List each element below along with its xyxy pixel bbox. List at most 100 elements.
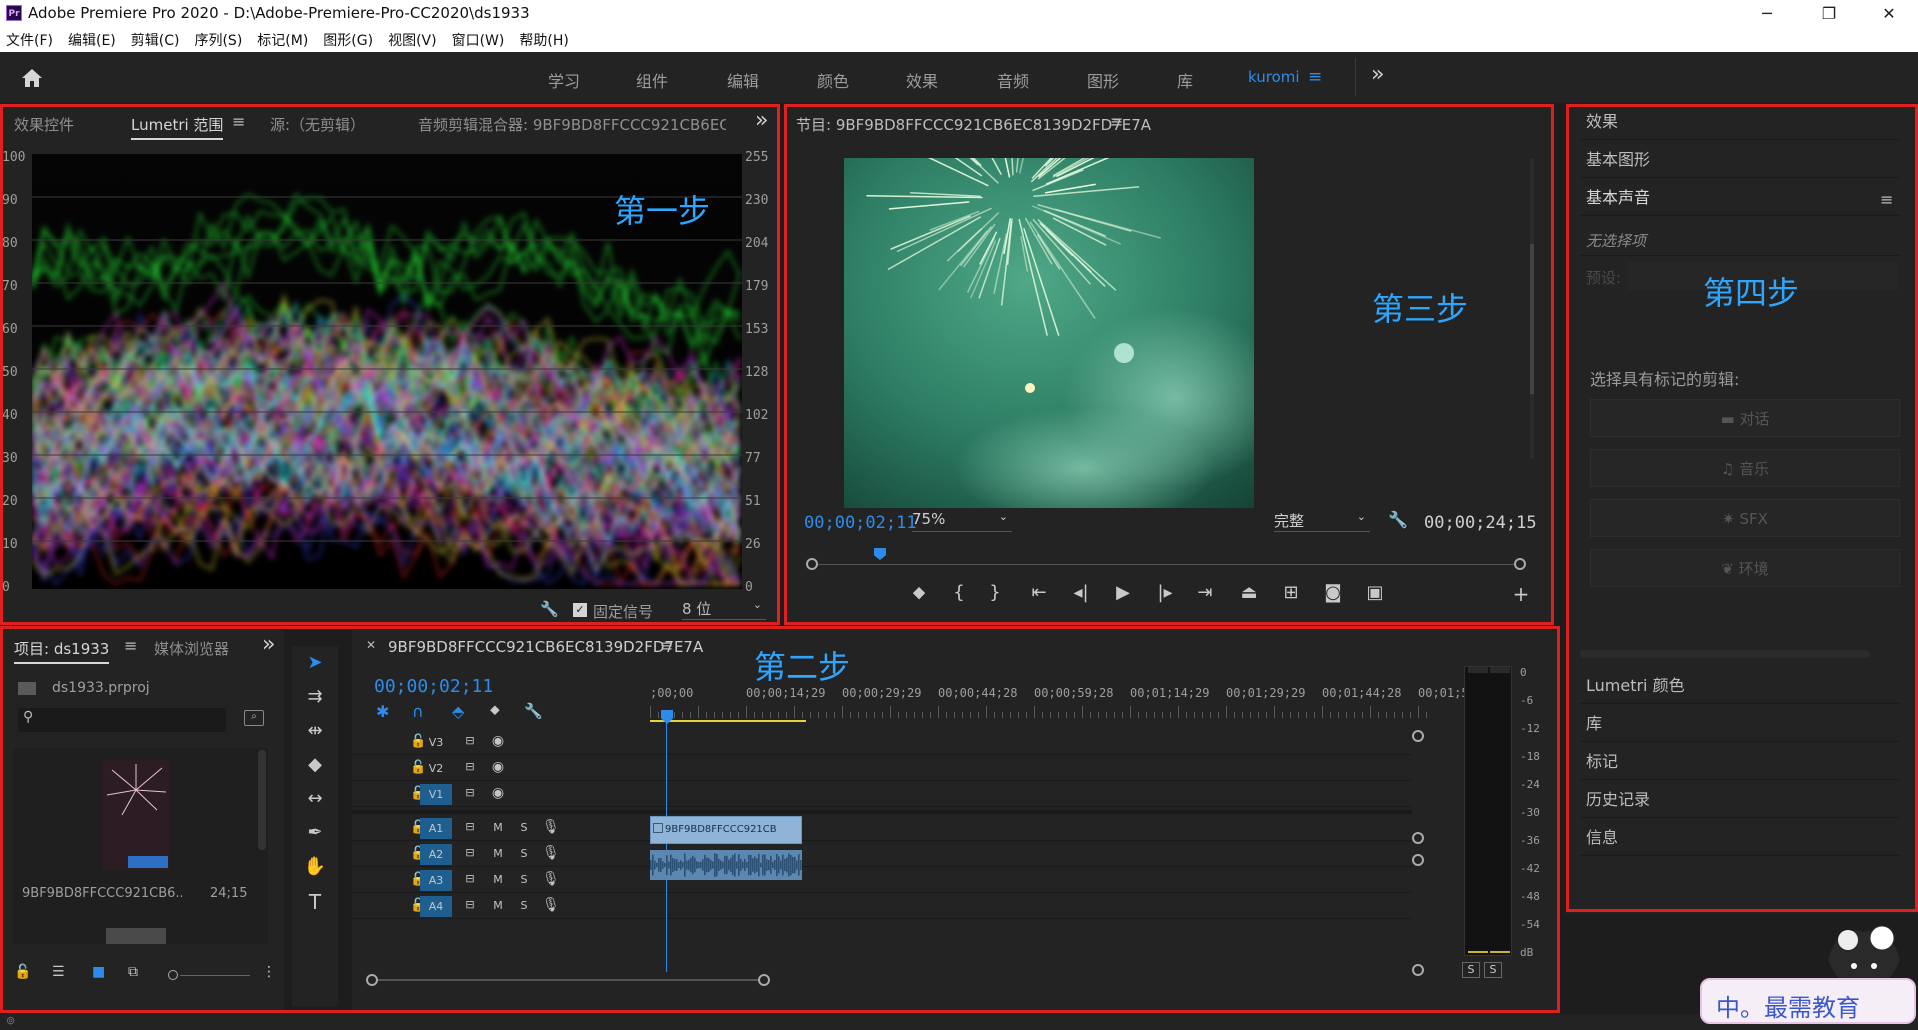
clip-name[interactable]: 9BF9BD8FFCCC921CB6... [22,886,182,901]
panel-overflow-icon[interactable]: » [262,632,275,657]
workspace-color[interactable]: 颜色 [817,68,849,92]
workspace-kuromi[interactable]: kuromi [1248,68,1300,86]
mute-button[interactable]: M [490,873,506,886]
workspace-menu-icon[interactable]: ≡ [1308,67,1322,87]
voiceover-mic-icon[interactable]: 🎙 [542,819,560,835]
settings-wrench-icon[interactable]: 🔧 [1388,510,1408,529]
project-search-input[interactable]: ⚲ [18,708,226,732]
menu-edit[interactable]: 编辑(E) [68,30,116,50]
linked-selection-icon[interactable]: ⬘ [452,702,464,721]
dialogue-button[interactable]: ▬ 对话 [1590,399,1900,437]
menu-window[interactable]: 窗口(W) [452,30,505,50]
monitor-scrollbar-thumb[interactable] [1530,244,1534,394]
tab-menu-icon[interactable]: ≡ [660,636,673,655]
monitor-scrollbar[interactable] [1530,159,1534,459]
step-forward-icon[interactable]: |▸ [1150,582,1180,603]
lift-icon[interactable]: ⏏ [1234,582,1264,603]
essential-graphics-tab[interactable]: 基本图形 [1580,142,1900,178]
mark-in-icon[interactable]: { [944,582,974,603]
timeline-current-time[interactable]: 00;00;02;11 [374,676,493,697]
step-back-icon[interactable]: ◂| [1066,582,1096,603]
workspace-overflow-button[interactable]: » [1371,62,1384,87]
clip-thumbnail[interactable] [102,760,170,870]
tab-menu-icon[interactable]: ≡ [124,636,137,655]
sfx-button[interactable]: ✷ SFX [1590,499,1900,537]
track-target-toggle[interactable]: A2 [420,844,452,865]
selection-tool-icon[interactable]: ➤ [298,652,332,673]
program-playhead[interactable] [873,548,886,560]
vscroll-handle[interactable] [1412,854,1424,866]
sync-lock-icon[interactable]: ⊟ [460,734,480,747]
play-icon[interactable]: ▶ [1108,582,1138,603]
vscroll-handle[interactable] [1412,964,1424,976]
track-select-tool-icon[interactable]: ⇉ [298,686,332,707]
history-tab[interactable]: 历史记录 [1580,782,1900,818]
track-target-toggle[interactable]: A3 [420,870,452,891]
audio-clip-waveform[interactable] [650,850,802,880]
pen-tool-icon[interactable]: ✒ [298,822,332,843]
sync-lock-icon[interactable]: ⊟ [460,760,480,773]
nest-toggle-icon[interactable]: ✱ [376,702,389,721]
essential-sound-tab[interactable]: 基本声音 [1580,180,1900,216]
track-target-toggle[interactable]: A1 [420,818,452,839]
solo-right-button[interactable]: S [1484,962,1502,978]
markers-tab[interactable]: 标记 [1580,744,1900,780]
bit-depth-select[interactable]: 8 位 ⌄ [682,598,766,620]
solo-button[interactable]: S [516,899,532,912]
add-marker-icon[interactable]: ⬥ [490,702,500,718]
tab-audio-clip-mixer[interactable]: 音频剪辑混合器: 9BF9BD8FFCCC921CB6EC813 [418,114,726,135]
sync-lock-icon[interactable]: ⊟ [460,846,480,859]
panel-overflow-icon[interactable]: » [755,108,768,133]
music-button[interactable]: ♫ 音乐 [1590,449,1900,487]
export-frame-camera-icon[interactable]: ◙ [1318,582,1348,603]
effects-panel-tab[interactable]: 效果 [1580,104,1900,140]
toggle-output-eye-icon[interactable]: ◉ [488,733,508,749]
icon-view-icon[interactable]: ■ [92,964,105,980]
menu-file[interactable]: 文件(F) [6,30,53,50]
workspace-audio[interactable]: 音频 [997,68,1029,92]
timeline-vertical-scrollbar[interactable] [1412,730,1424,980]
go-to-in-icon[interactable]: ⇤ [1024,582,1054,603]
home-icon[interactable] [20,67,44,89]
close-button[interactable]: ✕ [1866,0,1912,28]
second-clip-thumbnail[interactable] [106,928,166,944]
toggle-output-eye-icon[interactable]: ◉ [488,759,508,775]
zoom-slider-handle[interactable] [168,970,178,980]
solo-button[interactable]: S [516,821,532,834]
workspace-effects[interactable]: 效果 [906,68,938,92]
vscroll-handle[interactable] [1412,832,1424,844]
workspace-editing[interactable]: 编辑 [727,68,759,92]
solo-left-button[interactable]: S [1462,962,1480,978]
tab-project[interactable]: 项目: ds1933 [14,638,110,664]
zoom-slider-track[interactable] [180,975,250,976]
tab-menu-icon[interactable]: ≡ [232,112,245,131]
timeline-settings-wrench-icon[interactable]: 🔧 [524,702,543,720]
voiceover-mic-icon[interactable]: 🎙 [542,845,560,861]
comparison-view-icon[interactable]: ▣ [1360,582,1390,603]
program-scrub-bar[interactable] [806,548,1526,570]
vscroll-handle[interactable] [1412,730,1424,742]
list-view-icon[interactable]: ☰ [52,964,65,980]
hand-tool-icon[interactable]: ✋ [298,856,332,877]
time-ruler[interactable]: ;00;00 00;00;14;29 00;00;29;29 00;00;44;28 0… [650,686,1469,722]
menu-view[interactable]: 视图(V) [388,30,437,50]
sync-lock-icon[interactable]: ⊟ [460,786,480,799]
add-marker-icon[interactable]: ⬥ [904,582,934,603]
sync-lock-icon[interactable]: ⊟ [460,820,480,833]
scrub-end-handle[interactable] [1514,558,1526,570]
menu-sequence[interactable]: 序列(S) [194,30,242,50]
wrench-icon[interactable]: 🔧 [540,600,559,618]
ripple-edit-tool-icon[interactable]: ⇹ [298,720,332,741]
new-bin-search-icon[interactable]: ⌕ [244,710,264,726]
workspace-graphics[interactable]: 图形 [1087,68,1119,92]
type-tool-icon[interactable]: T [298,890,332,914]
tab-lumetri-scopes[interactable]: Lumetri 范围 [131,114,224,140]
program-current-time[interactable]: 00;00;02;11 [804,513,917,533]
mute-button[interactable]: M [490,899,506,912]
menu-graphics[interactable]: 图形(G) [323,30,373,50]
button-editor-plus-icon[interactable]: + [1506,582,1536,606]
track-divider[interactable] [352,810,1412,814]
track-target-toggle[interactable]: V1 [420,784,452,805]
ambience-button[interactable]: ❦ 环境 [1590,549,1900,587]
track-target-toggle[interactable]: V3 [420,732,452,753]
